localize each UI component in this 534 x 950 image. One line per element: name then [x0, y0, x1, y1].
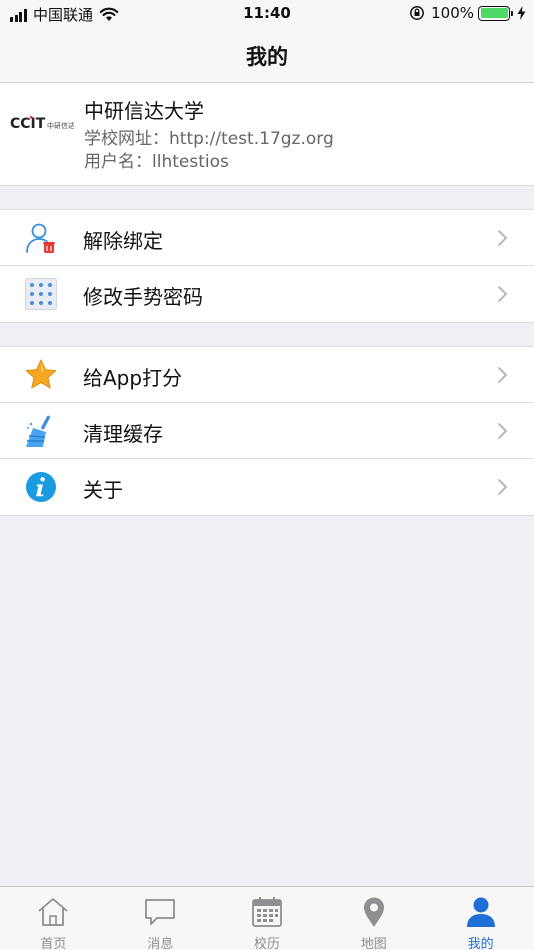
chevron-right-icon	[497, 229, 508, 247]
tab-label-map: 地图	[360, 937, 387, 950]
star-icon	[25, 359, 57, 389]
broom-icon	[26, 415, 51, 447]
info-icon	[26, 472, 56, 502]
menu-item-gesture-password[interactable]: 修改手势密码	[0, 266, 534, 322]
menu-label-unbind: 解除绑定	[83, 229, 163, 253]
rotation-lock-icon	[410, 6, 425, 20]
status-bar: 中国联通 11:40 100%	[0, 0, 534, 28]
calendar-icon	[252, 897, 282, 927]
page-title: 我的	[246, 45, 288, 69]
tab-map[interactable]: 地图	[320, 887, 427, 950]
username-value: llhtestios	[152, 152, 229, 172]
school-url-row: 学校网址：http://test.17gz.org	[84, 124, 334, 149]
charging-icon	[517, 6, 526, 20]
message-icon	[145, 899, 176, 925]
menu-item-rate-app[interactable]: 给App打分	[0, 347, 534, 403]
username-label: 用户名：	[84, 152, 152, 172]
menu-item-about[interactable]: 关于	[0, 459, 534, 515]
menu-item-clear-cache[interactable]: 清理缓存	[0, 403, 534, 459]
home-icon	[38, 898, 68, 926]
map-pin-icon	[363, 897, 384, 927]
battery-percent: 100%	[431, 4, 474, 22]
menu-label-gesture-password: 修改手势密码	[83, 285, 203, 309]
unbind-user-icon	[26, 223, 55, 253]
chevron-right-icon	[497, 478, 508, 496]
tab-bar: 首页 消息 校历 地图 我的	[0, 886, 534, 950]
menu-label-clear-cache: 清理缓存	[83, 422, 163, 446]
menu-label-rate-app: 给App打分	[83, 366, 183, 390]
chevron-right-icon	[497, 366, 508, 384]
menu-group-account: 解除绑定 修改手势密码	[0, 209, 534, 323]
username-row: 用户名：llhtestios	[84, 147, 229, 172]
school-logo: CCIT 中研信达	[10, 116, 74, 132]
menu-label-about: 关于	[83, 478, 123, 502]
tab-label-home: 首页	[40, 937, 67, 950]
battery-fill	[480, 8, 508, 18]
logo-subtext: 中研信达	[47, 121, 74, 130]
tab-label-calendar: 校历	[253, 937, 280, 950]
gesture-password-icon	[25, 278, 57, 310]
school-profile-card: CCIT 中研信达 中研信达大学 学校网址：http://test.17gz.o…	[0, 83, 534, 186]
menu-item-unbind[interactable]: 解除绑定	[0, 210, 534, 266]
status-right: 100%	[409, 4, 526, 22]
battery-icon	[478, 5, 513, 21]
tab-profile[interactable]: 我的	[427, 887, 534, 950]
school-url-label: 学校网址：	[84, 129, 169, 149]
menu-group-app: 给App打分 清理缓存 关于	[0, 346, 534, 516]
school-name: 中研信达大学	[84, 99, 204, 123]
chevron-right-icon	[497, 285, 508, 303]
profile-icon	[466, 897, 495, 927]
school-url-value: http://test.17gz.org	[169, 129, 334, 149]
tab-messages[interactable]: 消息	[107, 887, 214, 950]
tab-home[interactable]: 首页	[0, 887, 107, 950]
tab-label-messages: 消息	[147, 937, 174, 950]
tab-calendar[interactable]: 校历	[214, 887, 321, 950]
nav-bar: 我的	[0, 28, 534, 83]
logo-text: CCIT	[10, 116, 46, 132]
tab-label-profile: 我的	[467, 937, 494, 950]
chevron-right-icon	[497, 422, 508, 440]
